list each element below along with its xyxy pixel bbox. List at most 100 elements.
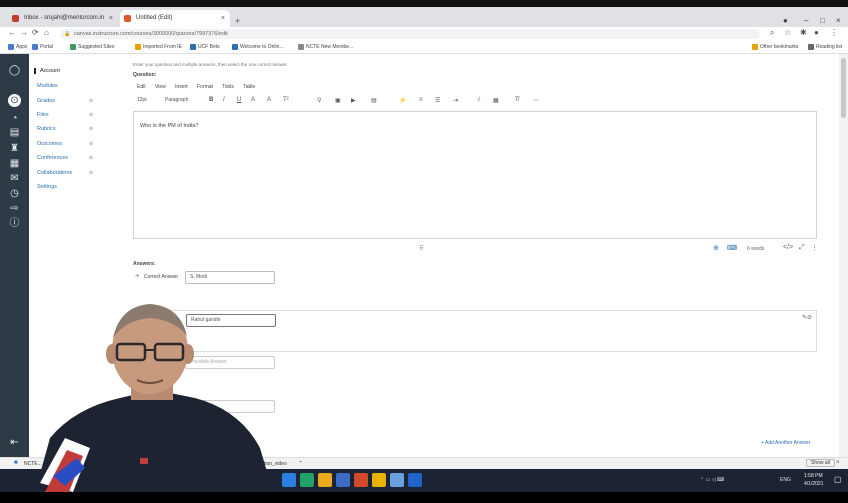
- profile-dot-icon[interactable]: ●: [783, 16, 788, 25]
- more-icon[interactable]: ⋯: [533, 97, 539, 104]
- collapse-icon[interactable]: ⇤: [8, 436, 21, 449]
- menu-table[interactable]: Table: [243, 84, 255, 90]
- eye-icon[interactable]: ⊘: [89, 98, 93, 104]
- font-size-select[interactable]: 12pt: [137, 97, 147, 103]
- rich-text-editor[interactable]: Who is the PM of India?: [133, 111, 817, 239]
- chrome-icon[interactable]: [372, 473, 386, 487]
- powerpoint-icon[interactable]: [354, 473, 368, 487]
- accessibility-icon[interactable]: ⊕: [713, 244, 719, 252]
- language-indicator[interactable]: ENG: [780, 477, 791, 483]
- course-nav-item[interactable]: Settings: [37, 184, 57, 190]
- highlight-icon[interactable]: A: [267, 97, 271, 103]
- excel-icon[interactable]: [300, 473, 314, 487]
- calendar-icon[interactable]: ▦: [8, 157, 21, 170]
- show-all-button[interactable]: Show all: [806, 459, 835, 467]
- courses-icon[interactable]: ▤: [8, 126, 21, 139]
- menu-format[interactable]: Format: [197, 84, 213, 90]
- close-icon[interactable]: ×: [836, 460, 840, 466]
- bold-icon[interactable]: B: [209, 97, 213, 103]
- new-tab-button[interactable]: +: [235, 16, 240, 26]
- search-icon[interactable]: ⌕: [770, 28, 774, 38]
- help-icon[interactable]: ⓘ: [8, 217, 21, 230]
- course-nav-item[interactable]: Rubrics ⊘: [37, 126, 93, 132]
- link-icon[interactable]: ⚲: [317, 97, 321, 104]
- indent-icon[interactable]: ⇥: [453, 97, 458, 104]
- fullscreen-icon[interactable]: ⤢: [799, 244, 805, 252]
- bookmark-imported[interactable]: Imported From IE: [135, 43, 182, 51]
- course-nav-item[interactable]: Grades ⊘: [37, 98, 93, 104]
- browser-tab-inbox[interactable]: Inbox - srujahi@mentorcom.in ×: [8, 10, 118, 27]
- folder-icon[interactable]: [318, 473, 332, 487]
- menu-view[interactable]: View: [155, 84, 166, 90]
- bookmark-welcome[interactable]: Welcome to Onlin...: [232, 43, 284, 51]
- forward-arrow-icon[interactable]: →: [20, 28, 28, 37]
- chevron-up-icon[interactable]: ⌃: [298, 460, 303, 467]
- eye-icon[interactable]: ⊘: [89, 126, 93, 132]
- extensions-icon[interactable]: ✱: [800, 28, 807, 37]
- admin-icon[interactable]: ⊙: [8, 94, 21, 107]
- more-vertical-icon[interactable]: ⋮: [811, 244, 818, 252]
- star-icon[interactable]: ☆: [784, 28, 791, 37]
- text-color-icon[interactable]: A: [251, 97, 255, 103]
- word-icon[interactable]: [336, 473, 350, 487]
- account-icon[interactable]: ◯: [8, 64, 21, 77]
- close-window-icon[interactable]: ×: [836, 16, 841, 25]
- edit-pencil-icon[interactable]: ✎⊘: [802, 314, 812, 321]
- course-nav-item[interactable]: Outcomes ⊘: [37, 141, 93, 147]
- groups-icon[interactable]: ♜: [8, 142, 21, 155]
- course-nav-item[interactable]: Conferences ⊘: [37, 155, 93, 161]
- profile-avatar-icon[interactable]: ●: [814, 28, 819, 37]
- list-icon[interactable]: ☰: [435, 97, 440, 104]
- app-icon[interactable]: [390, 473, 404, 487]
- course-nav-item[interactable]: Account: [34, 68, 60, 74]
- keyboard-icon[interactable]: ⌨: [727, 244, 737, 252]
- inbox-icon[interactable]: ✉: [8, 172, 21, 185]
- superscript-icon[interactable]: T²: [283, 97, 289, 103]
- page-scrollbar[interactable]: [839, 54, 848, 457]
- menu-kebab-icon[interactable]: ⋮: [830, 28, 838, 37]
- clock-time[interactable]: 1:58 PM: [804, 473, 823, 479]
- align-icon[interactable]: ≡: [419, 97, 423, 103]
- add-answer-link[interactable]: + Add Another Answer: [761, 440, 810, 446]
- italic-icon[interactable]: I: [223, 97, 225, 103]
- other-bookmarks[interactable]: Other bookmarks: [752, 43, 798, 51]
- clear-format-icon[interactable]: T̸: [515, 97, 519, 103]
- bookmark-ncte[interactable]: NCTE New Membe...: [298, 43, 353, 51]
- dashboard-icon[interactable]: ◔: [8, 112, 21, 125]
- course-nav-item[interactable]: Files ⊘: [37, 112, 93, 118]
- address-input[interactable]: 🔒 canvas.instructure.com/courses/3000000…: [60, 29, 760, 39]
- block-format-select[interactable]: Paragraph: [165, 97, 188, 103]
- eye-icon[interactable]: ⊘: [89, 155, 93, 161]
- underline-icon[interactable]: U: [237, 97, 241, 103]
- minimize-icon[interactable]: –: [804, 16, 808, 25]
- clock-date[interactable]: 4/1/2021: [804, 481, 823, 487]
- document-icon[interactable]: ▤: [371, 97, 377, 104]
- equation-icon[interactable]: √: [477, 97, 480, 103]
- history-icon[interactable]: ◷: [8, 187, 21, 200]
- eye-icon[interactable]: ⊘: [89, 112, 93, 118]
- bookmark-apps[interactable]: Apps: [8, 43, 27, 51]
- browser-tab-edit[interactable]: Untitled (Edit) ×: [120, 10, 230, 27]
- notifications-icon[interactable]: ▢: [834, 475, 842, 484]
- reading-list[interactable]: Reading list: [808, 43, 842, 51]
- scrollbar-thumb[interactable]: [841, 58, 846, 118]
- bookmark-ucf[interactable]: UCF Bets: [190, 43, 220, 51]
- menu-tools[interactable]: Tools: [222, 84, 234, 90]
- embed-icon[interactable]: ⚡: [399, 97, 406, 104]
- eye-icon[interactable]: ⊘: [89, 141, 93, 147]
- maximize-icon[interactable]: □: [820, 16, 825, 25]
- close-icon[interactable]: ×: [221, 10, 225, 27]
- eye-icon[interactable]: ⊘: [89, 170, 93, 176]
- tray-icons[interactable]: ⌃ ▭ ◁ ⌨: [700, 477, 724, 483]
- media-icon[interactable]: ▶: [351, 97, 356, 104]
- html-editor-icon[interactable]: </>: [783, 244, 793, 251]
- course-nav-item[interactable]: Modules: [37, 83, 58, 89]
- image-icon[interactable]: ▣: [335, 97, 341, 104]
- bookmark-suggested[interactable]: Suggested Sites: [70, 43, 114, 51]
- commons-icon[interactable]: ⇨: [8, 202, 21, 215]
- answer-input-1[interactable]: S. Modi: [185, 271, 275, 284]
- course-nav-item[interactable]: Collaborations ⊘: [37, 170, 93, 176]
- close-icon[interactable]: ×: [109, 10, 113, 27]
- back-arrow-icon[interactable]: ←: [8, 28, 16, 37]
- menu-insert[interactable]: Insert: [175, 84, 188, 90]
